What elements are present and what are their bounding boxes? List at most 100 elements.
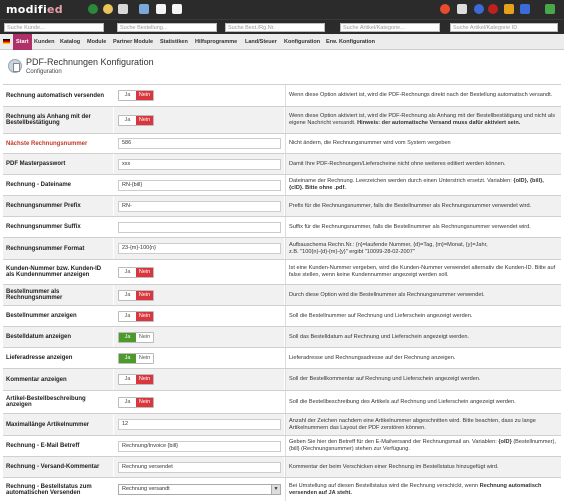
search-order-input[interactable]: Suche Bestellung... — [117, 23, 217, 32]
config-label: Bestelldatum anzeigen — [3, 327, 113, 347]
nav-statistiken[interactable]: Statistiken — [160, 34, 188, 50]
toggle-no[interactable]: Nein — [136, 397, 153, 407]
pages-icon[interactable] — [172, 4, 182, 14]
toggle-yes[interactable]: Ja — [119, 397, 136, 407]
yes-no-toggle[interactable]: Ja Nein — [118, 374, 154, 385]
users-icon[interactable] — [118, 4, 128, 14]
calculator-icon[interactable] — [139, 4, 149, 14]
config-label: Rechnung - Versand-Kommentar — [3, 457, 113, 477]
config-row: Rechnungsnummer Format 23-{m}-100{n} Aufba… — [3, 237, 561, 259]
config-input[interactable] — [118, 221, 281, 233]
yes-no-toggle[interactable]: Ja Nein — [118, 114, 154, 126]
config-input[interactable]: 23-{m}-100{n} — [118, 243, 281, 254]
shield-icon[interactable] — [457, 4, 467, 14]
toggle-no[interactable]: Nein — [136, 115, 153, 125]
chevron-down-icon[interactable]: ▼ — [271, 485, 280, 494]
toggle-yes[interactable]: Ja — [119, 311, 136, 321]
config-input[interactable]: Rechnung/Invoice {bill} — [118, 440, 281, 452]
toggle-yes[interactable]: Ja — [119, 290, 136, 300]
config-input[interactable]: RN-{bill} — [118, 179, 281, 191]
config-input[interactable]: 12 — [118, 419, 281, 430]
toggle-no[interactable]: Nein — [136, 311, 153, 321]
config-label: Bestellnummer anzeigen — [6, 313, 77, 319]
nav-partner-module[interactable]: Partner Module — [113, 34, 153, 50]
description-main: Suffix für die Rechnungsnummer, falls di… — [289, 223, 531, 230]
toggle-no[interactable]: Nein — [136, 290, 153, 300]
search-invoice-input[interactable]: Suche Best./Rg.Nr. — [225, 23, 325, 32]
settings-icon[interactable] — [474, 4, 484, 14]
config-description: Bei Umstellung auf diesen Bestellstatus … — [285, 478, 561, 501]
config-row: Bestellnummer als Rechnungsnummer Ja Nein D… — [3, 284, 561, 305]
description-main: Anzahl der Zeichen nachdem eine Artikeln… — [289, 417, 536, 431]
config-label: Rechnung - Bestellstatus zum automatisch… — [6, 483, 92, 496]
search-product-id-input[interactable]: Suche Artikel/Kategorie ID — [450, 23, 558, 32]
config-input[interactable]: xxx — [118, 158, 281, 170]
search-customer-input[interactable]: Suche Kunde... — [4, 23, 104, 32]
yes-no-toggle[interactable]: Ja Nein — [118, 352, 154, 364]
description-main: Soll der Bestellkommentar auf Rechnung u… — [289, 376, 481, 383]
description-main: Lieferadresse und Rechnungsadresse auf d… — [289, 354, 456, 361]
config-label: Rechnung - Dateiname — [6, 182, 72, 188]
document-icon[interactable] — [156, 4, 166, 14]
config-label: PDF Masterpasswort — [3, 154, 113, 174]
config-description: Prefix für die Rechnungsnummer, falls di… — [285, 196, 561, 216]
config-input[interactable]: 586 — [118, 138, 281, 149]
config-value-cell: Ja Nein — [114, 306, 284, 326]
config-row: Rechnung - E-Mail Betreff Rechnung/Invoic… — [3, 435, 561, 456]
config-description: Soll die Bestellnummer auf Rechnung und … — [285, 306, 561, 326]
yes-no-toggle[interactable]: Ja Nein — [118, 331, 154, 343]
config-row: Rechnung - Dateiname RN-{bill} Dateiname d… — [3, 174, 561, 195]
nav-katalog[interactable]: Katalog — [60, 34, 80, 50]
search-product-input[interactable]: Suche Artikel/Kategorie... — [340, 23, 440, 32]
yes-no-toggle[interactable]: Ja Nein — [118, 289, 154, 301]
lifebuoy-icon[interactable] — [440, 4, 450, 14]
yes-no-toggle[interactable]: Ja Nein — [118, 90, 154, 101]
status-select[interactable]: Rechnung versandt ▼ — [118, 484, 281, 495]
description-main: Bei Umstellung auf diesen Bestellstatus … — [289, 482, 479, 489]
config-value-cell: Rechnung versandt ▼ — [114, 478, 284, 501]
nav-konfiguration[interactable]: Konfiguration — [284, 34, 320, 50]
config-row: Bestellnummer anzeigen Ja Nein Soll die Bes… — [3, 305, 561, 326]
description-main: Soll die Bestellnummer auf Rechnung und … — [289, 312, 473, 319]
nav-land-steuer[interactable]: Land/Steuer — [245, 34, 277, 50]
toggle-no[interactable]: Nein — [136, 91, 153, 100]
config-label: Rechnungsnummer Format — [3, 238, 113, 259]
yes-no-toggle[interactable]: Ja Nein — [118, 310, 154, 322]
toggle-yes[interactable]: Ja — [119, 332, 136, 342]
config-description: Nicht ändern, die Rechnungsnummer wird v… — [285, 134, 561, 153]
toggle-yes[interactable]: Ja — [119, 115, 136, 125]
config-description: Dateiname der Rechnung. Leerzeichen werd… — [285, 175, 561, 195]
config-row: Kunden-Nummer bzw. Kunden-ID als Kundenn… — [3, 259, 561, 284]
german-flag-icon[interactable] — [3, 39, 10, 44]
app-logo[interactable]: modified — [6, 3, 63, 16]
logout-icon[interactable] — [545, 4, 555, 14]
toggle-no[interactable]: Nein — [136, 332, 153, 342]
yes-no-toggle[interactable]: Ja Nein — [118, 266, 154, 278]
toggle-yes[interactable]: Ja — [119, 353, 136, 363]
toggle-no[interactable]: Nein — [136, 267, 153, 277]
toggle-yes[interactable]: Ja — [119, 91, 136, 100]
yes-no-toggle[interactable]: Ja Nein — [118, 396, 154, 408]
nav-module[interactable]: Module — [87, 34, 106, 50]
config-row: Rechnung - Bestellstatus zum automatisch… — [3, 477, 561, 501]
description-main: Wenn diese Option aktiviert ist, wird di… — [289, 92, 553, 99]
alert-icon[interactable] — [488, 4, 498, 14]
config-input[interactable]: RN- — [118, 200, 281, 212]
description-main: Prefix für die Rechnungsnummer, falls di… — [289, 202, 532, 209]
config-value-cell: Ja Nein — [114, 85, 284, 106]
face-icon[interactable] — [103, 4, 113, 14]
rss-icon[interactable] — [504, 4, 514, 14]
toggle-no[interactable]: Nein — [136, 375, 153, 384]
nav-start[interactable]: Start — [13, 34, 32, 50]
globe-icon[interactable] — [88, 4, 98, 14]
nav-erw-konfiguration[interactable]: Erw. Konfiguration — [326, 34, 375, 50]
toggle-no[interactable]: Nein — [136, 353, 153, 363]
config-row: Maximallänge Artikelnummer 12 Anzahl der Z… — [3, 413, 561, 435]
description-main: Geben Sie hier den Betreff für den E-Mai… — [289, 439, 497, 446]
toggle-yes[interactable]: Ja — [119, 375, 136, 384]
nav-hilfsprogramme[interactable]: Hilfsprogramme — [195, 34, 237, 50]
nav-kunden[interactable]: Kunden — [34, 34, 54, 50]
config-input[interactable]: Rechnung versendet — [118, 461, 281, 473]
toggle-yes[interactable]: Ja — [119, 267, 136, 277]
home-icon[interactable] — [520, 4, 530, 14]
